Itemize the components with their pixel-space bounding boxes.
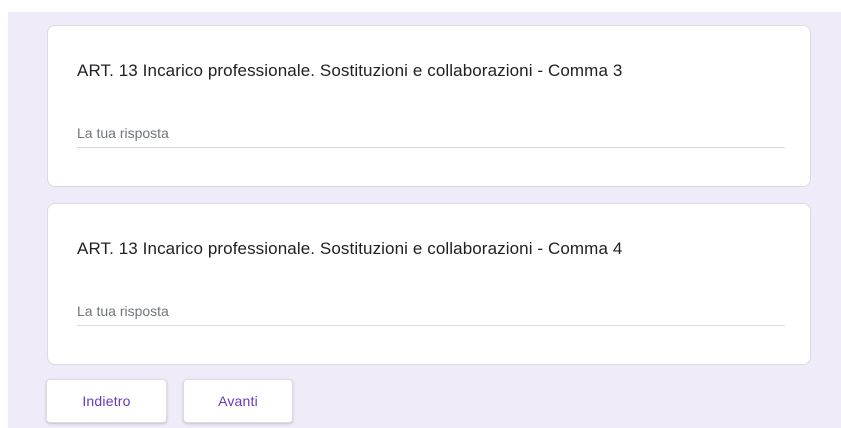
question-title: ART. 13 Incarico professionale. Sostituz…: [77, 239, 623, 258]
question-card: ART. 13 Incarico professionale. Sostituz…: [47, 203, 811, 365]
answer-input[interactable]: [77, 298, 785, 324]
answer-field[interactable]: [77, 298, 785, 326]
next-button[interactable]: Avanti: [183, 379, 293, 423]
question-card: ART. 13 Incarico professionale. Sostituz…: [47, 25, 811, 187]
back-button[interactable]: Indietro: [46, 379, 167, 423]
answer-field[interactable]: [77, 120, 785, 148]
question-title: ART. 13 Incarico professionale. Sostituz…: [77, 61, 623, 80]
answer-input[interactable]: [77, 120, 785, 146]
